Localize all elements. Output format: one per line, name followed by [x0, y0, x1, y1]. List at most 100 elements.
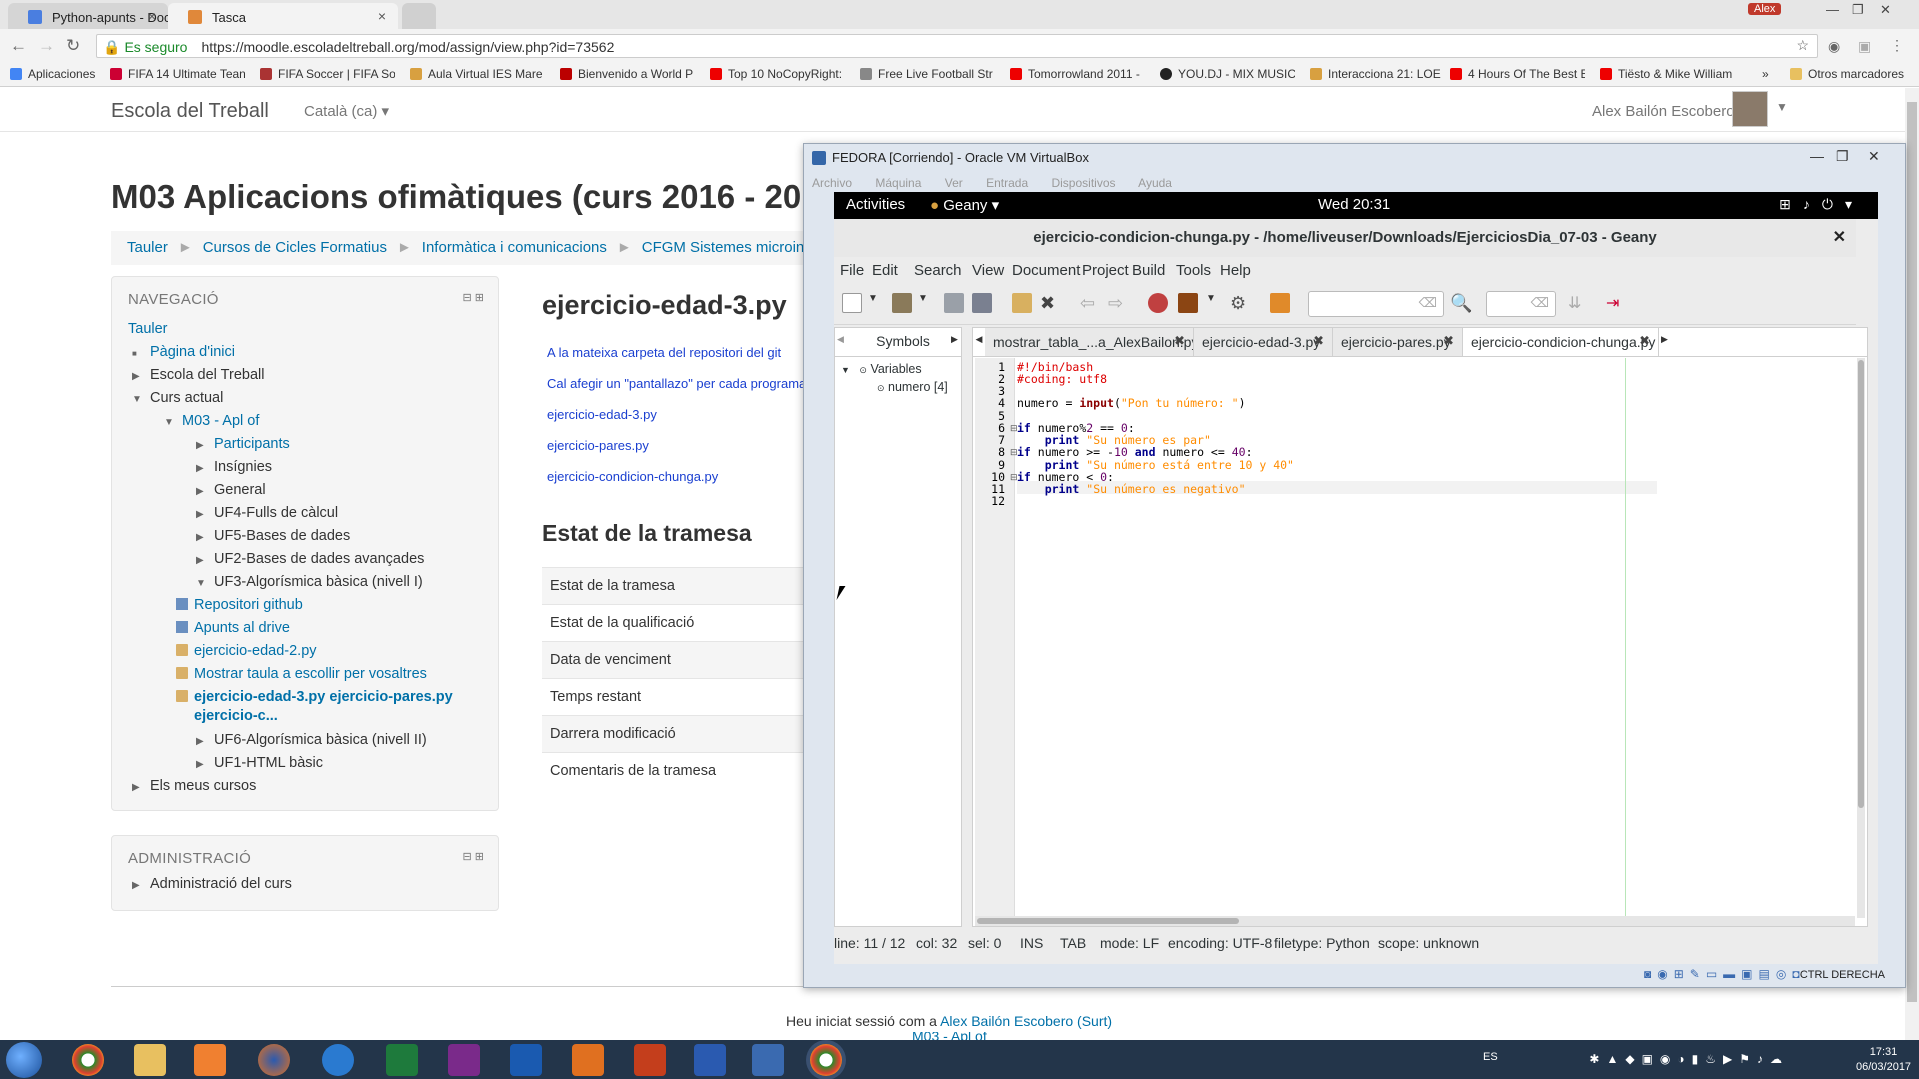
- menu-build[interactable]: Build: [1132, 262, 1165, 279]
- media-player-icon[interactable]: [194, 1044, 226, 1076]
- extension-icon[interactable]: ◉: [1828, 38, 1840, 55]
- nav-item-home[interactable]: ■ Pàgina d'inici: [132, 344, 235, 360]
- nav-item-repo[interactable]: Repositori github: [176, 597, 303, 613]
- avatar[interactable]: [1732, 91, 1768, 127]
- scrollbar-thumb[interactable]: [1858, 360, 1864, 808]
- block-controls-icon[interactable]: ⊟ ⊞: [463, 291, 485, 304]
- explorer-icon[interactable]: [134, 1044, 166, 1076]
- page-scrollbar[interactable]: [1905, 88, 1919, 1040]
- revert-icon[interactable]: [1012, 293, 1032, 313]
- onenote-icon[interactable]: [448, 1044, 480, 1076]
- editor-tab-active[interactable]: ejercicio-condicion-chunga.py ✖: [1463, 328, 1659, 356]
- back-icon[interactable]: ⇦: [1080, 293, 1100, 313]
- admin-item-course[interactable]: ▶ Administració del curs: [132, 876, 292, 892]
- tab-python-apunts[interactable]: Python-apunts - Docum ×: [8, 3, 168, 29]
- menu-search[interactable]: Search: [914, 262, 962, 279]
- menu-edit[interactable]: Edit: [872, 262, 898, 279]
- editor-horizontal-scrollbar[interactable]: [975, 916, 1855, 926]
- taskbar-clock[interactable]: 17:31 06/03/2017: [1856, 1045, 1911, 1075]
- nav-item-participants[interactable]: ▶ Participants: [164, 436, 290, 452]
- editor-tab[interactable]: mostrar_tabla_...a_AlexBailon.py ✖: [985, 328, 1194, 356]
- site-brand[interactable]: Escola del Treball: [111, 100, 269, 123]
- execute-icon[interactable]: ⚙: [1230, 293, 1250, 313]
- menu-file[interactable]: File: [840, 262, 864, 279]
- breadcrumb-item[interactable]: Tauler: [127, 239, 168, 256]
- system-menu-icons[interactable]: ⊞♪⏻▾: [1779, 196, 1864, 213]
- extension-icon[interactable]: ▣: [1858, 38, 1871, 55]
- vbox-menu-item[interactable]: Dispositivos: [1051, 176, 1115, 190]
- goto-line-input[interactable]: ⌫: [1486, 291, 1556, 317]
- bookmark-item[interactable]: Bienvenido a World P: [560, 67, 695, 81]
- nav-item-uf5[interactable]: ▶ UF5-Bases de dades: [164, 528, 350, 544]
- breadcrumb-item[interactable]: CFGM Sistemes microinformàtics i xarxes: [642, 239, 811, 256]
- maximize-icon[interactable]: ❐: [1852, 2, 1864, 18]
- nav-item-course[interactable]: ▼ M03 - Apl of: [164, 413, 259, 429]
- tab-symbols[interactable]: Symbols: [853, 328, 953, 356]
- assignment-link[interactable]: ejercicio-condicion-chunga.py: [547, 469, 718, 484]
- new-tab-button[interactable]: [402, 3, 436, 29]
- guest-screen[interactable]: Activities ● Geany ▾ Wed 20:31 ⊞♪⏻▾ ejer…: [834, 192, 1878, 976]
- virtualbox-icon[interactable]: [752, 1044, 784, 1076]
- vbox-menu-item[interactable]: Ayuda: [1138, 176, 1172, 190]
- vbox-menu-item[interactable]: Archivo: [812, 176, 852, 190]
- code-editor[interactable]: #!/bin/bash #coding: utf8 numero = input…: [973, 358, 1853, 914]
- close-icon[interactable]: ✕: [1833, 227, 1846, 247]
- activities-button[interactable]: Activities: [846, 196, 905, 213]
- bookmark-item[interactable]: 4 Hours Of The Best E: [1450, 67, 1585, 81]
- language-menu[interactable]: Català (ca) ▾: [304, 102, 389, 120]
- bookmark-item[interactable]: Tiësto & Mike William: [1600, 67, 1740, 81]
- nav-item-tauler[interactable]: Tauler: [128, 321, 168, 337]
- clear-icon[interactable]: ⌫: [1531, 295, 1549, 311]
- back-icon[interactable]: ←: [10, 36, 27, 56]
- nav-item-uf6[interactable]: ▶ UF6-Algorísmica bàsica (nivell II): [164, 732, 427, 748]
- nav-item-general[interactable]: ▶ General: [164, 482, 266, 498]
- app-menu[interactable]: ● Geany ▾: [930, 196, 999, 214]
- close-tab-icon[interactable]: ✖: [1313, 333, 1324, 349]
- bookmark-item[interactable]: Aula Virtual IES Mare: [410, 67, 545, 81]
- symbol-group[interactable]: ▼ ⊙ Variables: [841, 362, 922, 376]
- menu-view[interactable]: View: [972, 262, 1004, 279]
- close-tab-icon[interactable]: ✖: [1174, 333, 1185, 349]
- nav-item-my-courses[interactable]: ▶ Els meus cursos: [132, 778, 256, 794]
- symbol-item[interactable]: ⊙ numero [4]: [877, 380, 948, 394]
- reload-icon[interactable]: ↻: [66, 36, 80, 56]
- bookmark-item[interactable]: Top 10 NoCopyRight:: [710, 67, 845, 81]
- nav-item-current-assignment[interactable]: ejercicio-edad-3.py ejercicio-pares.py: [176, 689, 453, 705]
- menu-tools[interactable]: Tools: [1176, 262, 1211, 279]
- vbox-menu-item[interactable]: Ver: [945, 176, 963, 190]
- nav-item-current-course[interactable]: ▼ Curs actual: [132, 390, 223, 406]
- nav-item-edad2[interactable]: ejercicio-edad-2.py: [176, 643, 317, 659]
- bookmark-star-icon[interactable]: ☆: [1796, 37, 1809, 54]
- excel-icon[interactable]: [386, 1044, 418, 1076]
- close-tab-icon[interactable]: ✖: [1443, 333, 1454, 349]
- search-icon[interactable]: 🔍: [1450, 293, 1472, 313]
- scrollbar-thumb[interactable]: [1907, 102, 1917, 1002]
- bookmark-item[interactable]: Tomorrowland 2011 -: [1010, 67, 1150, 81]
- outlook-icon[interactable]: [510, 1044, 542, 1076]
- new-file-icon[interactable]: [842, 293, 862, 313]
- vbox-menu-item[interactable]: Máquina: [875, 176, 921, 190]
- menu-project[interactable]: Project: [1082, 262, 1129, 279]
- open-file-icon[interactable]: [892, 293, 912, 313]
- close-window-icon[interactable]: ✕: [1880, 2, 1891, 18]
- close-file-icon[interactable]: ✖: [1040, 293, 1060, 313]
- bookmark-item[interactable]: FIFA Soccer | FIFA Soc: [260, 67, 395, 81]
- bookmark-item[interactable]: YOU.DJ - MIX MUSIC: [1160, 67, 1295, 81]
- block-controls-icon[interactable]: ⊟ ⊞: [463, 850, 485, 863]
- nav-item-drive[interactable]: Apunts al drive: [176, 620, 290, 636]
- start-button[interactable]: [6, 1042, 42, 1078]
- bookmark-apps[interactable]: Aplicaciones: [10, 67, 95, 81]
- powerpoint-icon[interactable]: [634, 1044, 666, 1076]
- url-field[interactable]: 🔒 Es seguro https://moodle.escoladeltrebal…: [96, 34, 1818, 58]
- close-tab-icon[interactable]: ×: [378, 8, 386, 24]
- close-tab-icon[interactable]: ✖: [1639, 333, 1650, 349]
- breadcrumb-item[interactable]: Cursos de Cicles Formatius: [203, 239, 387, 256]
- footer-course-link[interactable]: M03 - Apl of: [912, 1032, 987, 1040]
- tab-scroll-left-icon[interactable]: ◀: [837, 334, 844, 345]
- fold-marker-icon[interactable]: ⊟: [1010, 447, 1018, 458]
- save-all-icon[interactable]: [972, 293, 992, 313]
- menu-icon[interactable]: ⋮: [1890, 37, 1904, 54]
- editor-tab[interactable]: ejercicio-edad-3.py ✖: [1194, 328, 1333, 356]
- editor-vertical-scrollbar[interactable]: [1857, 358, 1865, 918]
- gnome-clock[interactable]: Wed 20:31: [1318, 196, 1390, 213]
